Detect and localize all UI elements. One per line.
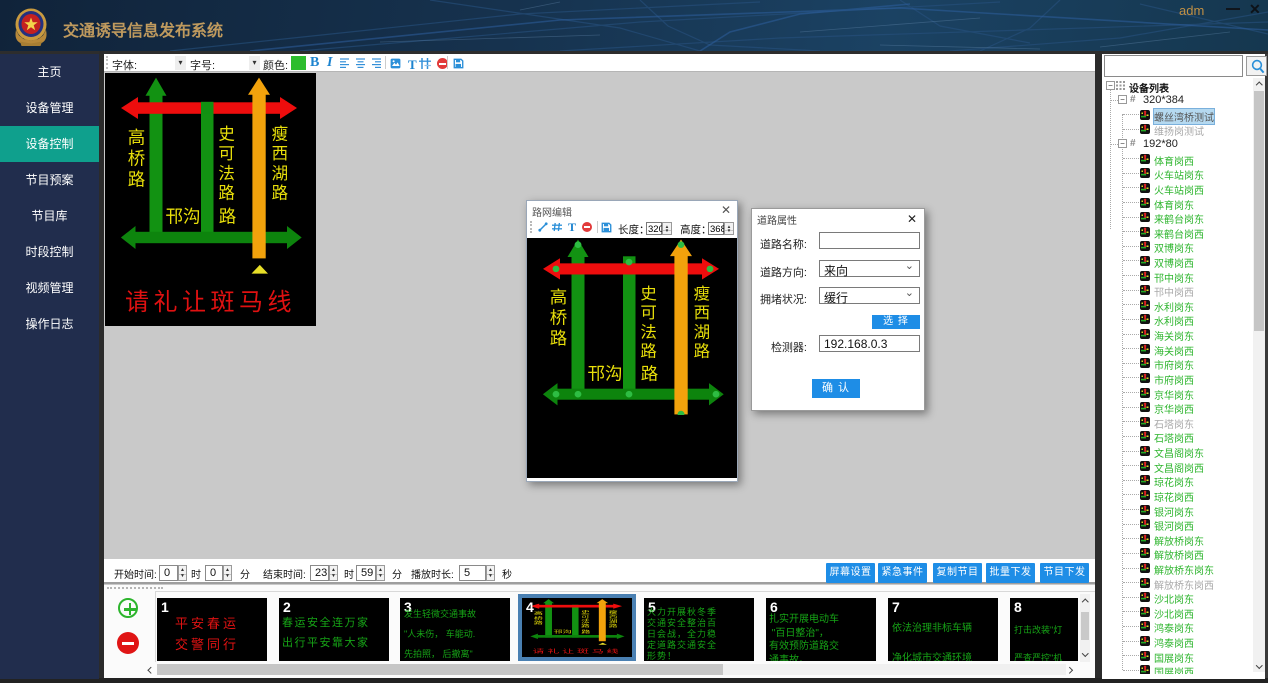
svg-text:请礼让斑马线: 请礼让斑马线 xyxy=(125,289,296,316)
svg-text:请礼让斑马线: 请礼让斑马线 xyxy=(533,648,622,654)
